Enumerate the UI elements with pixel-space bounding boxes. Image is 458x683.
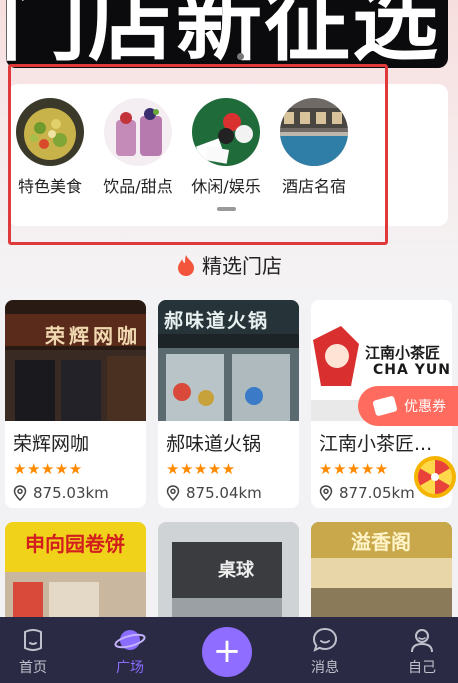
shop-card[interactable]: 溢香阁	[311, 522, 452, 622]
shop-sign: 郝味道火锅	[164, 310, 270, 332]
tab-label: 首页	[19, 660, 47, 676]
location-pin-icon	[166, 485, 180, 501]
distance-text: 877.05km	[339, 484, 415, 502]
category-item-leisure[interactable]: 休闲/娱乐	[181, 98, 271, 197]
category-item-drinks[interactable]: 饮品/甜点	[93, 98, 183, 197]
tab-label: 自己	[408, 660, 436, 676]
category-item-food[interactable]: 特色美食	[5, 98, 95, 197]
shop-card[interactable]: 桌球	[158, 522, 299, 622]
category-item-hotel[interactable]: 酒店名宿	[269, 98, 359, 197]
tab-messages[interactable]: 消息	[290, 617, 360, 683]
shop-sign: 江南小茶匠	[365, 344, 441, 362]
shop-sign: 桌球	[218, 560, 254, 581]
tab-plaza[interactable]: 广场	[95, 617, 165, 683]
tab-label: 广场	[116, 660, 144, 676]
shop-name: 郝味道火锅	[166, 433, 262, 455]
profile-icon	[411, 629, 433, 653]
shop-sign-sub: CHA YUN	[373, 362, 451, 378]
section-title-text: 精选门店	[202, 254, 282, 278]
shop-sign: 荣辉网咖	[45, 324, 141, 348]
shop-distance: 875.04km	[166, 484, 299, 502]
salad-photo-icon	[16, 98, 84, 166]
shop-sign: 溢香阁	[351, 530, 411, 554]
distance-text: 875.04km	[186, 484, 262, 502]
category-label: 饮品/甜点	[103, 177, 173, 196]
shop-distance: 875.03km	[13, 484, 146, 502]
promo-banner[interactable]: 门店新征选	[6, 0, 448, 68]
shop-name: 江南小茶匠...	[319, 433, 433, 455]
lucky-wheel-icon[interactable]	[412, 454, 458, 500]
shop-photo: 郝味道火锅	[158, 300, 299, 421]
banner-text: 门店新征选	[6, 0, 440, 68]
category-label: 休闲/娱乐	[191, 177, 261, 196]
chat-icon	[312, 627, 338, 652]
smoothie-photo-icon	[104, 98, 172, 166]
coupon-button[interactable]: 优惠券	[358, 386, 458, 426]
category-scroll-indicator	[217, 207, 236, 211]
banner-page-indicator	[237, 53, 244, 60]
planet-icon	[114, 630, 146, 650]
home-icon	[24, 629, 42, 651]
location-pin-icon	[13, 485, 27, 501]
pool-photo-icon	[280, 98, 348, 166]
star-rating: ★★★★★	[166, 460, 236, 478]
shop-card[interactable]: 郝味道火锅 郝味道火锅 ★★★★★ 875.04km	[158, 300, 299, 508]
distance-text: 875.03km	[33, 484, 109, 502]
tab-home[interactable]: 首页	[0, 617, 68, 683]
ticket-icon	[372, 395, 398, 417]
category-label: 酒店名宿	[281, 177, 346, 196]
tab-label: 消息	[311, 660, 339, 676]
category-label: 特色美食	[17, 177, 82, 196]
flame-icon	[176, 254, 196, 281]
coupon-label: 优惠券	[404, 399, 446, 415]
location-pin-icon	[319, 485, 333, 501]
section-title: 精选门店	[0, 250, 458, 281]
shop-name: 荣辉网咖	[13, 433, 90, 455]
shop-card[interactable]: 荣辉网咖 荣辉网咖 ★★★★★ 875.03km	[5, 300, 146, 508]
billiards-photo-icon	[192, 98, 260, 166]
shop-sign: 申向园卷饼	[25, 532, 125, 556]
create-plus-button[interactable]: +	[202, 627, 252, 677]
shop-card[interactable]: 申向园卷饼	[5, 522, 146, 622]
shop-photo: 荣辉网咖	[5, 300, 146, 421]
tab-profile[interactable]: 自己	[387, 617, 457, 683]
star-rating: ★★★★★	[13, 460, 83, 478]
